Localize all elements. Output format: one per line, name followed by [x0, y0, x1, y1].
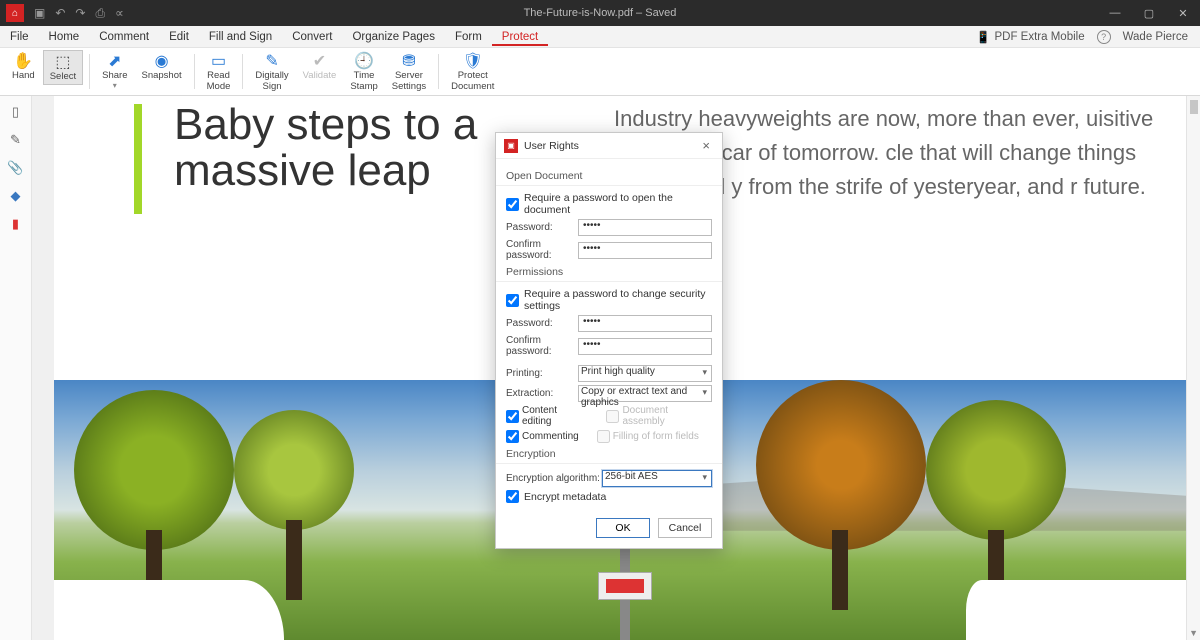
menu-protect[interactable]: Protect — [492, 28, 548, 46]
ribbon-time-stamp[interactable]: 🕘TimeStamp — [344, 50, 383, 93]
clock-icon: 🕘 — [354, 52, 374, 70]
encryption-algorithm-label: Encryption algorithm: — [506, 473, 602, 484]
dialog-titlebar: ▣ User Rights × — [496, 133, 722, 159]
menu-home[interactable]: Home — [39, 28, 90, 46]
menu-form[interactable]: Form — [445, 28, 492, 46]
ok-button[interactable]: OK — [596, 518, 650, 538]
menu-convert[interactable]: Convert — [282, 28, 342, 46]
accent-bar — [134, 104, 142, 214]
require-perm-password-label: Require a password to change security se… — [524, 288, 712, 312]
encrypt-metadata-label: Encrypt metadata — [524, 491, 606, 503]
encryption-algorithm-select[interactable]: 256-bit AES — [602, 470, 712, 487]
vertical-scrollbar[interactable]: ▲ ▼ — [1186, 96, 1200, 640]
close-icon[interactable]: × — [698, 138, 714, 153]
dialog-title: User Rights — [524, 140, 579, 152]
ribbon-protect-document[interactable]: 🛡ProtectDocument — [445, 50, 500, 93]
menu-edit[interactable]: Edit — [159, 28, 199, 46]
app-icon: ▣ — [504, 139, 518, 153]
printing-select[interactable]: Print high quality — [578, 365, 712, 382]
pen-icon: ✎ — [265, 52, 278, 70]
user-rights-dialog: ▣ User Rights × Open Document Require a … — [495, 132, 723, 549]
document-assembly-checkbox: Document assembly — [606, 405, 712, 427]
bookmarks-panel-icon[interactable]: ◆ — [11, 188, 21, 204]
extraction-label: Extraction: — [506, 388, 578, 399]
open-confirm-input[interactable]: ••••• — [578, 242, 712, 259]
require-open-password-label: Require a password to open the document — [524, 192, 712, 216]
perm-password-label: Password: — [506, 318, 578, 329]
ribbon: ✋Hand ⬚Select ⬈Share▾ ◉Snapshot ▭ReadMod… — [0, 48, 1200, 96]
ribbon-digitally-sign[interactable]: ✎DigitallySign — [249, 50, 294, 93]
open-password-label: Password: — [506, 222, 578, 233]
attachments-panel-icon[interactable]: 📎 — [7, 160, 23, 176]
perm-confirm-input[interactable]: ••••• — [578, 338, 712, 355]
scroll-thumb[interactable] — [1190, 100, 1198, 114]
ribbon-snapshot[interactable]: ◉Snapshot — [135, 50, 187, 83]
scroll-down-icon[interactable]: ▼ — [1189, 628, 1198, 638]
help-icon[interactable]: ? — [1097, 30, 1111, 44]
redo-icon[interactable]: ↷ — [75, 6, 85, 20]
ribbon-hand[interactable]: ✋Hand — [6, 50, 41, 83]
user-name[interactable]: Wade Pierce — [1123, 31, 1188, 43]
document-heading: Baby steps to a massive leap — [174, 102, 514, 194]
home-icon[interactable]: ⌂ — [6, 4, 24, 22]
printing-label: Printing: — [506, 368, 578, 379]
server-icon: ⛃ — [402, 52, 415, 70]
require-perm-password-checkbox[interactable] — [506, 294, 519, 307]
permissions-section: Permissions — [506, 266, 712, 278]
share-qat-icon[interactable]: ∝ — [115, 6, 124, 20]
cancel-button[interactable]: Cancel — [658, 518, 712, 538]
signature-panel-icon[interactable]: ✎ — [10, 132, 21, 148]
menu-fill-sign[interactable]: Fill and Sign — [199, 28, 282, 46]
hand-icon: ✋ — [13, 52, 33, 70]
charging-sign — [598, 572, 652, 600]
menu-comment[interactable]: Comment — [89, 28, 159, 46]
save-icon[interactable]: ▣ — [34, 6, 45, 20]
print-icon[interactable]: ⎙ — [95, 6, 105, 21]
perm-password-input[interactable]: ••••• — [578, 315, 712, 332]
ribbon-server-settings[interactable]: ⛃ServerSettings — [386, 50, 432, 93]
form-fields-checkbox: Filling of form fields — [597, 430, 699, 443]
commenting-checkbox[interactable]: Commenting — [506, 430, 579, 443]
ribbon-read-mode[interactable]: ▭ReadMode — [201, 50, 237, 93]
menu-bar: File Home Comment Edit Fill and Sign Con… — [0, 26, 1200, 48]
ribbon-validate: ✔Validate — [297, 50, 343, 83]
select-icon: ⬚ — [55, 53, 70, 71]
share-icon: ⬈ — [108, 52, 121, 70]
extraction-select[interactable]: Copy or extract text and graphics — [578, 385, 712, 402]
encryption-section: Encryption — [506, 448, 712, 460]
encrypt-metadata-checkbox[interactable] — [506, 490, 519, 503]
menu-file[interactable]: File — [0, 28, 39, 46]
minimize-button[interactable]: — — [1098, 0, 1132, 26]
left-rail: ▯ ✎ 📎 ◆ ▮ — [0, 96, 32, 640]
car-left — [54, 580, 284, 640]
car-right — [966, 580, 1186, 640]
close-window-button[interactable]: ✕ — [1166, 0, 1200, 26]
content-editing-checkbox[interactable]: Content editing — [506, 405, 588, 427]
open-document-section: Open Document — [506, 170, 712, 182]
ribbon-select[interactable]: ⬚Select — [43, 50, 83, 85]
maximize-button[interactable]: ▢ — [1132, 0, 1166, 26]
perm-confirm-label: Confirm password: — [506, 335, 578, 357]
pdf-extra-mobile-link[interactable]: 📱 PDF Extra Mobile — [976, 30, 1084, 44]
pages-panel-icon[interactable]: ▯ — [12, 104, 19, 120]
document-title: The-Future-is-Now.pdf – Saved — [524, 7, 677, 19]
open-password-input[interactable]: ••••• — [578, 219, 712, 236]
camera-icon: ◉ — [155, 52, 169, 70]
check-icon: ✔ — [313, 52, 326, 70]
layers-panel-icon[interactable]: ▮ — [12, 216, 19, 232]
mobile-icon: 📱 — [976, 30, 990, 44]
read-icon: ▭ — [211, 52, 226, 70]
shield-icon: 🛡 — [463, 52, 483, 70]
title-bar: ⌂ ▣ ↶ ↷ ⎙ ∝ The-Future-is-Now.pdf – Save… — [0, 0, 1200, 26]
undo-icon[interactable]: ↶ — [55, 6, 65, 20]
menu-organize[interactable]: Organize Pages — [342, 28, 444, 46]
require-open-password-checkbox[interactable] — [506, 198, 519, 211]
ribbon-share[interactable]: ⬈Share▾ — [96, 50, 133, 92]
open-confirm-label: Confirm password: — [506, 239, 578, 261]
